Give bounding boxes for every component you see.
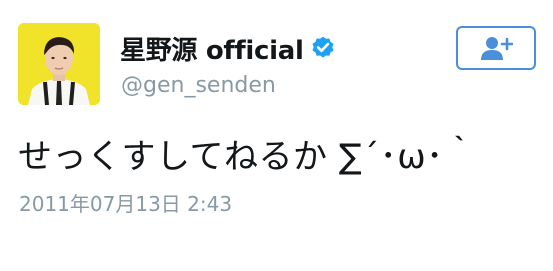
user-handle[interactable]: @gen_senden — [121, 73, 276, 98]
tweet-card: 星野源 official @gen_senden せっくすしてねるか ∑´･ω･… — [0, 0, 553, 271]
display-name[interactable]: 星野源 official — [120, 30, 304, 67]
add-user-icon — [481, 37, 513, 60]
verified-badge-icon — [310, 35, 336, 61]
display-name-row: 星野源 official — [120, 30, 336, 67]
avatar-photo — [18, 23, 100, 105]
follow-button[interactable] — [456, 26, 536, 70]
tweet-text: せっくすしてねるか ∑´･ω･｀ — [18, 137, 479, 177]
tweet-timestamp[interactable]: 2011年07月13日 2:43 — [19, 188, 232, 217]
avatar[interactable] — [18, 23, 100, 105]
